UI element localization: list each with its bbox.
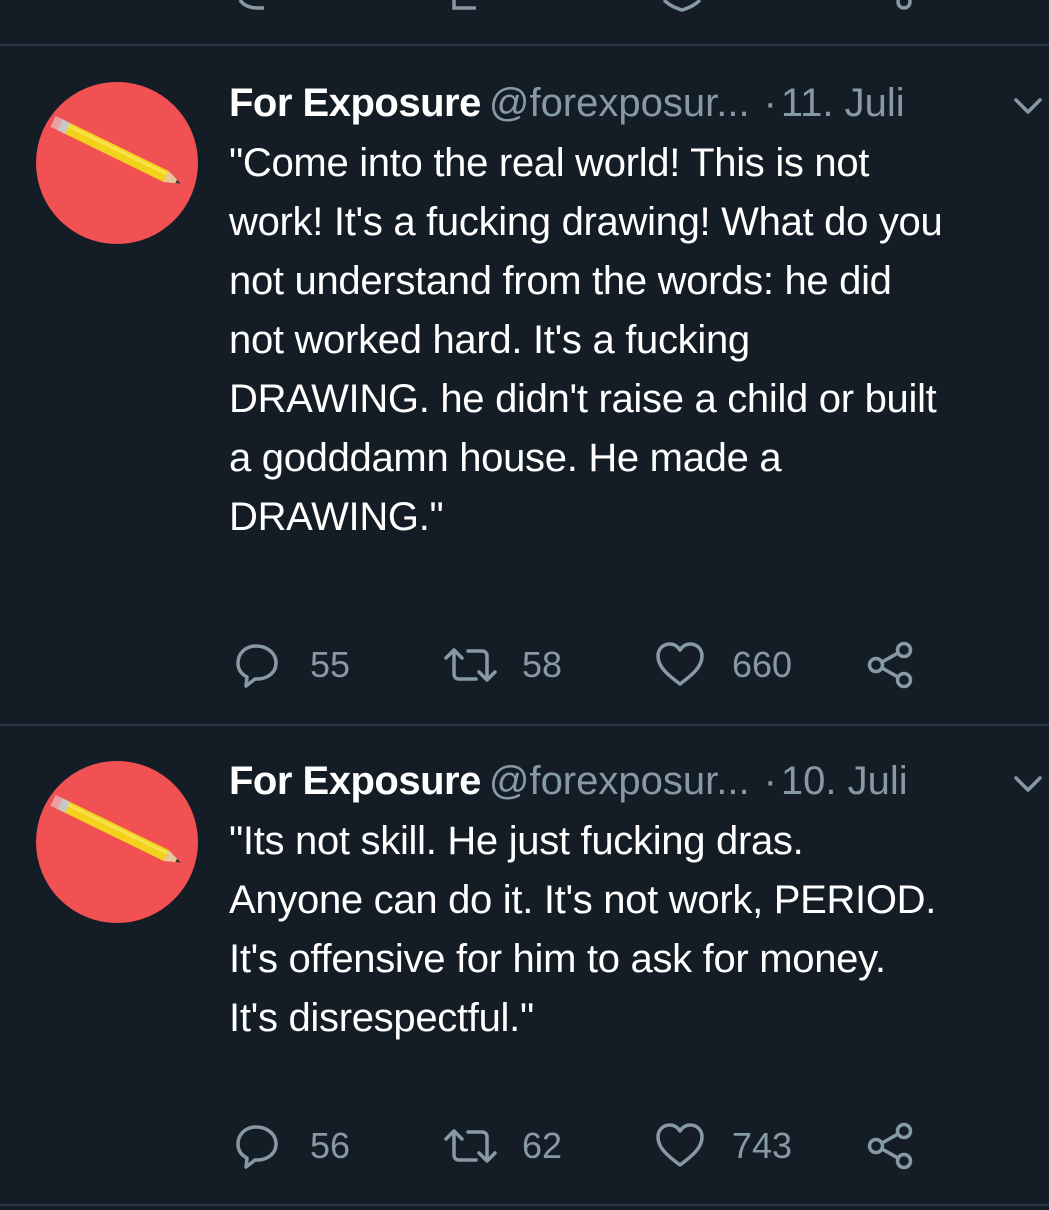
tweet-header: For Exposure @forexposur... · 11. Juli: [229, 78, 905, 128]
tweet-text-line: work! It's a fucking drawing! What do yo…: [229, 200, 943, 244]
heart-icon[interactable]: [658, 0, 708, 12]
tweet-text-line: DRAWING.": [229, 495, 444, 539]
tweet-date[interactable]: 11. Juli: [781, 81, 905, 125]
retweet-count: 62: [522, 1125, 563, 1166]
tweet-date[interactable]: 10. Juli: [781, 759, 908, 803]
like-button[interactable]: 743: [654, 1121, 804, 1171]
tweet-text: "Come into the real world! This is not w…: [229, 134, 1044, 547]
share-icon[interactable]: [868, 0, 918, 14]
reply-icon: [236, 644, 278, 688]
reply-icon: [236, 1125, 278, 1169]
reply-count: 55: [310, 644, 351, 685]
reply-button[interactable]: 55: [234, 640, 364, 690]
retweet-icon[interactable]: [440, 0, 500, 14]
author-handle[interactable]: @forexposur...: [489, 759, 750, 803]
tweet-text-line: not worked hard. It's a fucking: [229, 318, 750, 362]
pencil-icon: [50, 794, 181, 863]
share-button[interactable]: [866, 1121, 918, 1171]
chevron-down-icon[interactable]: [1010, 772, 1046, 796]
reply-count: 56: [310, 1125, 351, 1166]
chevron-down-icon[interactable]: [1010, 94, 1046, 118]
tweet-text-line: It's offensive for him to ask for money.: [229, 937, 886, 981]
heart-icon: [656, 642, 704, 686]
previous-tweet-actions: [0, 0, 1049, 44]
divider: [0, 1204, 1049, 1206]
reply-icon[interactable]: [236, 0, 286, 12]
like-button[interactable]: 660: [654, 640, 804, 690]
tweet-text-line: a godddamn house. He made a: [229, 436, 782, 480]
retweet-icon: [444, 1129, 497, 1163]
author-name[interactable]: For Exposure: [229, 81, 481, 125]
share-button[interactable]: [866, 640, 918, 690]
separator: ·: [763, 759, 777, 803]
tweet-text: "Its not skill. He just fucking dras. An…: [229, 812, 1044, 1048]
retweet-button[interactable]: 62: [440, 1121, 570, 1171]
tweet-text-line: "Its not skill. He just fucking dras.: [229, 819, 804, 863]
tweet[interactable]: For Exposure @forexposur... · 11. Juli "Com…: [0, 46, 1049, 724]
tweet-text-line: not understand from the words: he did: [229, 259, 892, 303]
tweet[interactable]: For Exposure @forexposur... · 10. Juli "Its…: [0, 726, 1049, 1204]
tweet-header: For Exposure @forexposur... · 10. Juli: [229, 756, 908, 806]
pencil-icon: [50, 115, 181, 184]
like-count: 743: [732, 1125, 793, 1166]
reply-button[interactable]: 56: [234, 1121, 364, 1171]
tweet-text-line: Anyone can do it. It's not work, PERIOD.: [229, 878, 937, 922]
share-icon: [867, 641, 913, 689]
avatar[interactable]: [36, 761, 198, 923]
heart-icon: [656, 1123, 704, 1167]
retweet-icon: [444, 648, 497, 682]
author-name[interactable]: For Exposure: [229, 759, 481, 803]
author-handle[interactable]: @forexposur...: [489, 81, 750, 125]
like-count: 660: [732, 644, 793, 685]
tweet-text-line: DRAWING. he didn't raise a child or buil…: [229, 377, 937, 421]
separator: ·: [763, 81, 777, 125]
tweet-text-line: It's disrespectful.": [229, 996, 534, 1040]
avatar[interactable]: [36, 82, 198, 244]
share-icon: [867, 1122, 913, 1170]
retweet-button[interactable]: 58: [440, 640, 570, 690]
retweet-count: 58: [522, 644, 563, 685]
tweet-text-line: "Come into the real world! This is not: [229, 141, 870, 185]
